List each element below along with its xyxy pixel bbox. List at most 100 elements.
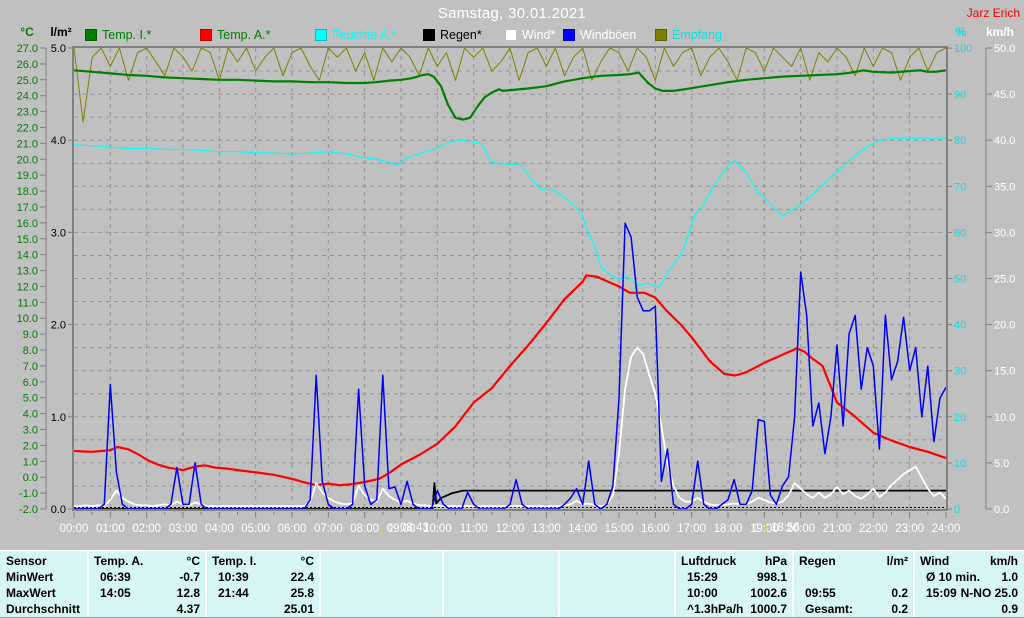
table-column-divider [319, 551, 321, 617]
axis-tick-label: 5.0 [23, 393, 38, 405]
x-axis-label: 15:00 [605, 523, 634, 535]
axis-tick-label: 70 [954, 181, 966, 193]
axis-tick-label: 0.0 [23, 472, 38, 484]
axis-tick-label: 11.0 [17, 297, 38, 309]
axis-tick-label: 14.0 [17, 250, 38, 262]
x-axis-label: 17:00 [677, 523, 706, 535]
weather-chart-plot[interactable]: 27.0 26.0 25.0 24.0 23.0 22.0 21.0 20.0 19.0 18.0… [0, 0, 1024, 545]
axis-tick-label: 23.0 [17, 107, 38, 119]
axis-tick-label: 100 [954, 43, 972, 55]
moon-down-arrow-icon: ↓ [379, 520, 387, 536]
moon-up-arrow-icon: ↑ [763, 520, 771, 536]
axis-tick-label: 30 [954, 366, 966, 378]
axis-tick-label: 7.0 [23, 361, 38, 373]
axis-tick-label: 30.0 [994, 227, 1015, 239]
x-axis-label: 22:00 [859, 523, 888, 535]
axis-tick-label: 2.0 [51, 320, 66, 332]
x-axis-label: 08:00 [350, 523, 379, 535]
axis-tick-label: 4.0 [51, 135, 66, 147]
weather-station-window: Samstag, 30.01.2021 Jarz Erich °C l/m² %… [0, 0, 1024, 618]
x-axis-label: 03:00 [169, 523, 198, 535]
axis-tick-label: 13.0 [17, 266, 38, 278]
x-axis-label: 16:00 [641, 523, 670, 535]
table-row-label: Sensor [6, 554, 47, 568]
axis-tick-label: -2.0 [19, 504, 38, 516]
axis-tick-label: -1.0 [19, 488, 38, 500]
axis-tick-label: 0.0 [994, 504, 1009, 516]
x-axis-label: 21:00 [823, 523, 852, 535]
marker-time-label: 08:43 [399, 522, 429, 534]
table-cell-value: 0.9 [1001, 602, 1018, 616]
table-column-unit: °C [186, 554, 200, 568]
table-cell-value: 0.2 [891, 602, 908, 616]
axis-tick-label: 1.0 [51, 412, 66, 424]
x-axis-label: 00:00 [60, 523, 89, 535]
axis-tick-label: 10.0 [17, 313, 38, 325]
axis-tick-label: 10.0 [994, 412, 1015, 424]
axis-tick-label: 45.0 [994, 89, 1015, 101]
table-cell-value: 12.8 [176, 586, 200, 600]
table-cell-value: 4.37 [176, 602, 200, 616]
axis-tick-label: 2.0 [23, 440, 38, 452]
axis-tick-label: 16.0 [17, 218, 38, 230]
x-axis-label: 05:00 [241, 523, 270, 535]
table-cell-value: 1002.6 [750, 586, 787, 600]
table-cell-value: 25.01 [283, 602, 314, 616]
marker-time-label: 18:56 [771, 522, 800, 534]
x-axis-label: 14:00 [568, 523, 597, 535]
axis-tick-label: 12.0 [17, 281, 38, 293]
axis-tick-label: 60 [954, 227, 966, 239]
x-axis-label: 02:00 [132, 523, 161, 535]
axis-tick-label: 25.0 [994, 274, 1015, 286]
x-axis-label: 11:00 [460, 523, 488, 535]
axis-tick-label: 40 [954, 320, 966, 332]
axis-tick-label: 8.0 [23, 345, 38, 357]
axis-tick-label: 20.0 [17, 154, 38, 166]
table-column-divider [87, 551, 89, 617]
x-axis-label: 06:00 [278, 523, 307, 535]
table-column-unit: km/h [989, 554, 1018, 568]
table-cell-value: 998.1 [756, 570, 787, 584]
axis-tick-label: 3.0 [51, 227, 66, 239]
x-axis-label: 13:00 [532, 523, 561, 535]
axis-tick-label: 0 [954, 504, 960, 516]
moon-icon: ☾ [751, 521, 763, 535]
axis-tick-label: 18.0 [17, 186, 38, 198]
table-column-divider [913, 551, 915, 617]
table-column-divider [205, 551, 207, 617]
axis-tick-label: 15.0 [17, 234, 38, 246]
table-cell-value: 1000.7 [750, 602, 787, 616]
table-row-label: Durchschnitt [6, 602, 81, 616]
table-column-divider [792, 551, 794, 617]
axis-tick-label: 5.0 [994, 458, 1009, 470]
table-cell-value: -0.7 [179, 570, 200, 584]
table-cell-value: N-NO 25.0 [960, 586, 1018, 600]
axis-tick-label: 26.0 [17, 59, 38, 71]
axis-tick-label: 19.0 [17, 170, 38, 182]
axis-tick-label: 3.0 [23, 425, 38, 437]
axis-tick-label: 40.0 [994, 135, 1015, 147]
axis-tick-label: 35.0 [994, 181, 1015, 193]
axis-tick-label: 20 [954, 412, 966, 424]
table-column-unit: hPa [764, 554, 787, 568]
axis-tick-label: 6.0 [23, 377, 38, 389]
axis-tick-label: 0.0 [51, 504, 66, 516]
sensor-stats-table: Sensor MinWert MaxWert Durchschnitt Temp. A.… [0, 550, 1024, 618]
table-column-unit: °C [300, 554, 314, 568]
table-row-label: MinWert [6, 570, 54, 584]
x-axis-label: 18:00 [714, 523, 743, 535]
axis-tick-label: 24.0 [17, 91, 38, 103]
axis-tick-label: 20.0 [994, 320, 1015, 332]
axis-tick-label: 17.0 [17, 202, 38, 214]
x-axis-label: 12:00 [496, 523, 525, 535]
table-cell-value: 0.2 [891, 586, 908, 600]
x-axis-label: 07:00 [314, 523, 343, 535]
table-column-divider [442, 551, 444, 617]
axis-tick-label: 22.0 [17, 122, 38, 134]
axis-tick-label: 5.0 [51, 43, 66, 55]
axis-tick-label: 10 [954, 458, 966, 470]
axis-tick-label: 4.0 [23, 409, 38, 421]
axis-tick-label: 15.0 [994, 366, 1015, 378]
table-column-divider [558, 551, 560, 617]
axis-tick-label: 50.0 [994, 43, 1015, 55]
